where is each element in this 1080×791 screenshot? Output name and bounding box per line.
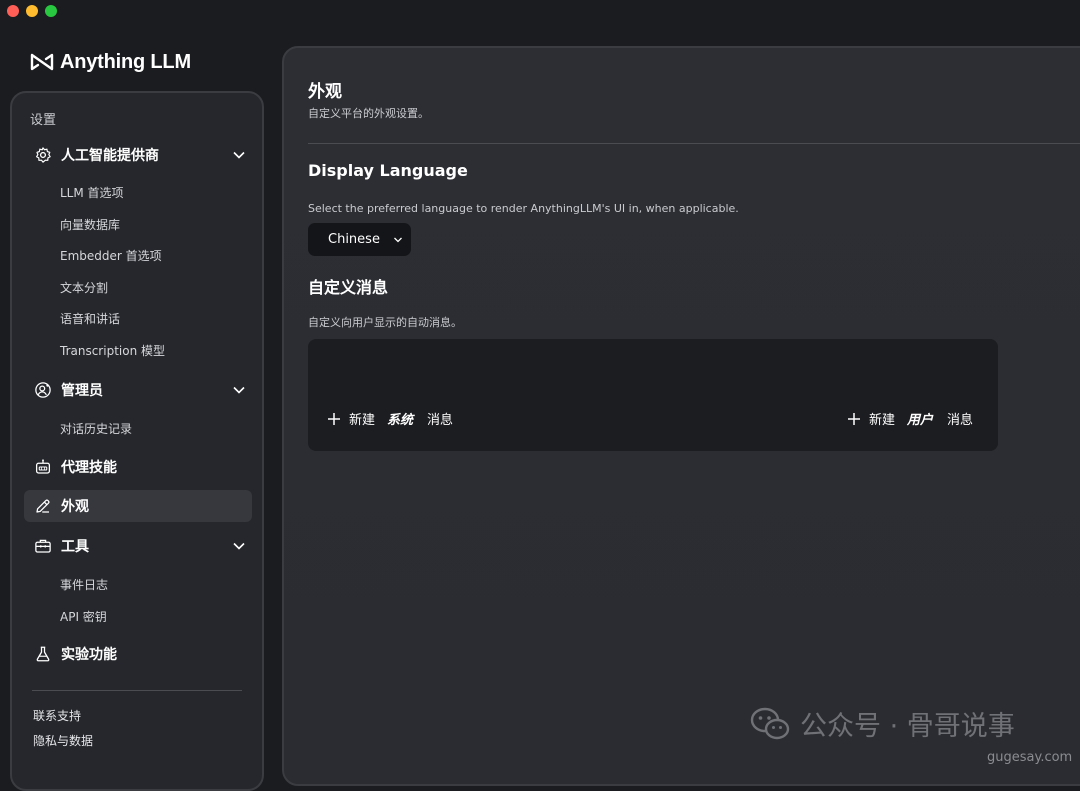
custom-messages-container: 新建 系统 消息 新建 用户 消息 [308,339,998,451]
user-admin-icon [35,382,51,398]
sidebar-group-tools[interactable]: 工具 [24,530,252,562]
wechat-icon [750,707,790,739]
sidebar-item-chat-history[interactable]: 对话历史记录 [60,420,132,437]
sidebar-group-label: 代理技能 [61,460,117,476]
chevron-down-icon [394,237,402,243]
footer-link-privacy-data[interactable]: 隐私与数据 [33,732,93,749]
header-divider [308,143,1080,144]
plus-icon [328,412,340,425]
flask-icon [36,646,50,662]
sidebar-item-llm-preference[interactable]: LLM 首选项 [60,184,124,201]
sidebar-divider [32,690,242,691]
sidebar-group-label: 外观 [61,499,89,515]
sidebar-item-api-keys[interactable]: API 密钥 [60,608,107,625]
sidebar-item-text-splitting[interactable]: 文本分割 [60,279,108,296]
page-title: 外观 [308,82,342,102]
sidebar-group-appearance[interactable]: 外观 [24,490,252,522]
watermark: 公众号 · 骨哥说事 [750,704,1015,743]
close-window-button[interactable] [7,5,19,17]
toolbox-icon [35,539,51,553]
app-logo[interactable]: Anything LLM [30,50,191,74]
button-prefix: 新建 [349,413,376,428]
sidebar-group-ai-providers[interactable]: 人工智能提供商 [24,139,252,171]
display-language-description: Select the preferred language to render … [308,202,739,215]
chevron-down-icon[interactable] [232,539,246,553]
sidebar-group-label: 管理员 [61,383,103,399]
sidebar-item-transcription-model[interactable]: Transcription 模型 [60,342,165,359]
chevron-down-icon[interactable] [232,148,246,162]
sidebar-item-embedder-preference[interactable]: Embedder 首选项 [60,247,162,264]
sidebar-item-event-logs[interactable]: 事件日志 [60,576,108,593]
custom-messages-description: 自定义向用户显示的自动消息。 [308,316,462,329]
pencil-icon [36,499,50,513]
sidebar-group-label: 工具 [61,539,89,555]
minimize-window-button[interactable] [26,5,38,17]
page-subtitle: 自定义平台的外观设置。 [308,107,429,120]
maximize-window-button[interactable] [45,5,57,17]
watermark-site: gugesay.com [987,750,1073,765]
app-name: Anything LLM [60,50,191,73]
sidebar-group-experimental[interactable]: 实验功能 [24,638,252,670]
sidebar-group-agent-skills[interactable]: 代理技能 [24,451,252,483]
appearance-settings-panel: 外观 自定义平台的外观设置。 Display Language Select t… [282,46,1080,786]
button-suffix: 消息 [947,413,974,428]
window-titlebar [0,0,1080,30]
sidebar-item-vector-database[interactable]: 向量数据库 [60,216,120,233]
language-select-value: Chinese [328,232,380,247]
sidebar-heading: 设置 [30,113,57,128]
new-user-message-button[interactable]: 新建 用户 消息 [847,409,973,428]
button-suffix: 消息 [427,413,454,428]
new-system-message-button[interactable]: 新建 系统 消息 [327,409,453,428]
gear-icon [36,147,51,163]
sidebar-item-voice-speech[interactable]: 语音和讲话 [60,310,120,327]
settings-sidebar: 设置 人工智能提供商 LLM 首选项 向量数据库 Embedder 首选项 文本… [10,91,264,791]
anything-llm-logo-icon [30,53,54,71]
display-language-title: Display Language [308,161,468,180]
button-prefix: 新建 [869,413,896,428]
sidebar-group-admin[interactable]: 管理员 [24,374,252,406]
custom-messages-title: 自定义消息 [308,278,389,297]
chevron-down-icon[interactable] [232,383,246,397]
language-select[interactable]: Chinese [308,223,411,256]
robot-icon [35,459,51,474]
sidebar-group-label: 实验功能 [61,647,117,663]
footer-link-contact-support[interactable]: 联系支持 [33,707,81,724]
sidebar-group-label: 人工智能提供商 [61,148,159,164]
button-kind: 用户 [907,413,934,428]
plus-icon [848,412,860,425]
button-kind: 系统 [387,413,414,428]
watermark-text: 公众号 · 骨哥说事 [800,711,1015,742]
